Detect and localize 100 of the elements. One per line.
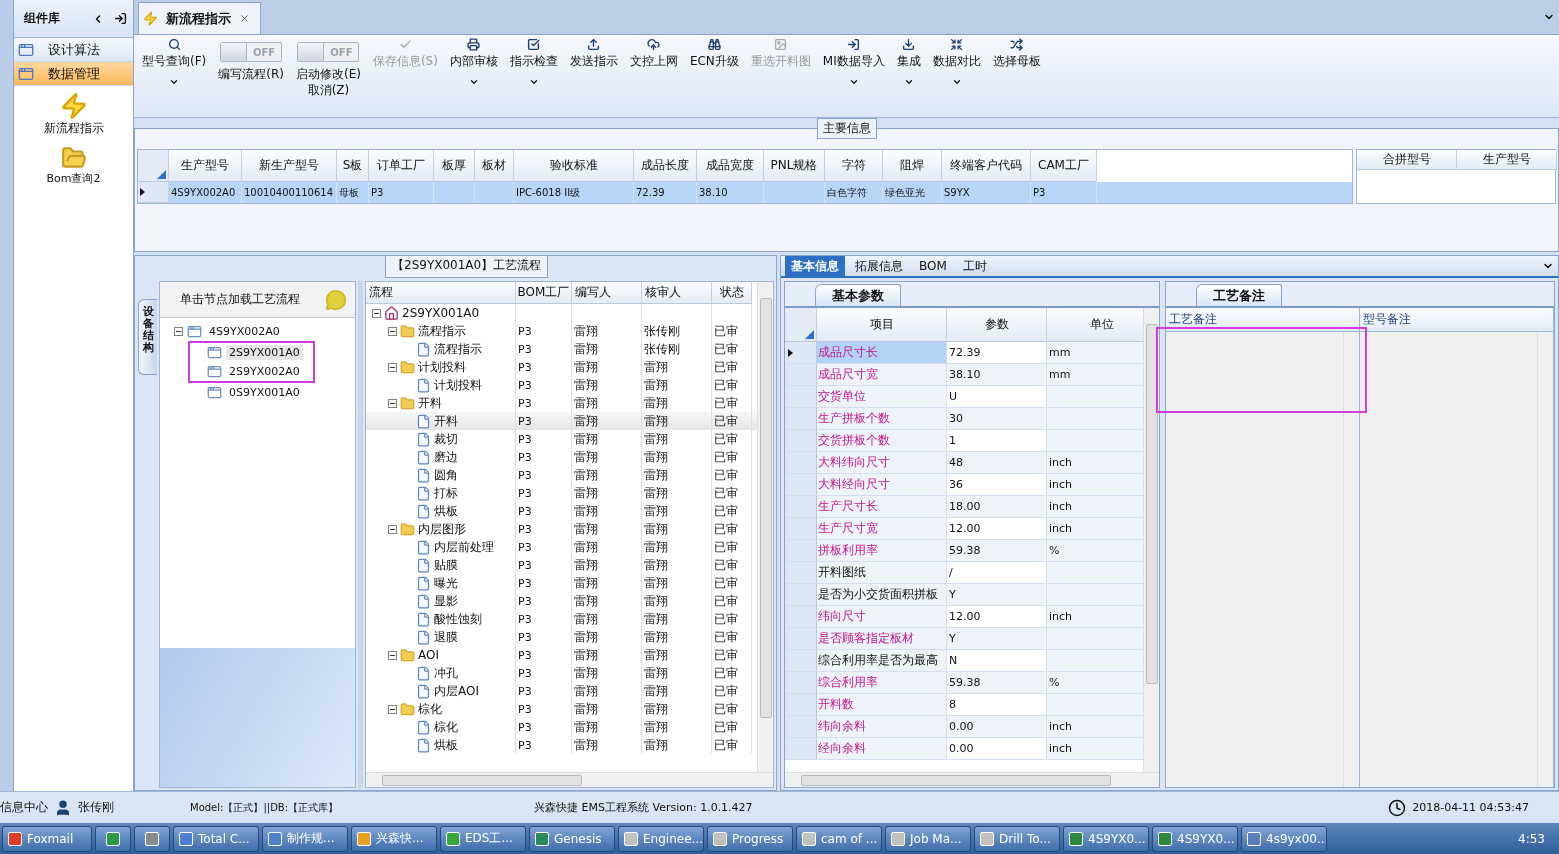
column-header[interactable]: CAM工厂	[1031, 150, 1097, 182]
flow-row[interactable]: 裁切 P3 雷翔 雷翔 已审	[366, 430, 757, 448]
toolbar-button[interactable]: 发送指示	[563, 38, 624, 69]
toolbar-button[interactable]: 文控上网	[623, 38, 684, 69]
flow-row[interactable]: 冲孔 P3 雷翔 雷翔 已审	[366, 664, 757, 682]
shortcut-label[interactable]: 新流程指示	[43, 120, 104, 137]
column-header[interactable]: BOM工厂	[516, 282, 572, 304]
param-value[interactable]: 12.00	[947, 518, 1047, 539]
param-value[interactable]: 48	[947, 452, 1047, 473]
column-header[interactable]: 编写人	[572, 282, 642, 304]
param-value[interactable]: 38.10	[947, 364, 1047, 385]
flow-row[interactable]: 流程指示 P3 雷翔 张传刚 已审	[366, 340, 757, 358]
side-tab[interactable]: 设备结构	[138, 299, 157, 375]
document-tab[interactable]: 新流程指示	[138, 2, 261, 34]
column-header[interactable]: 合拼型号	[1357, 150, 1457, 170]
param-value[interactable]: 1	[947, 430, 1047, 451]
param-value[interactable]: 72.39	[947, 342, 1047, 363]
sidebar-item[interactable]: 设计算法	[14, 38, 133, 62]
column-header[interactable]: 成品宽度	[697, 150, 764, 182]
taskbar-button[interactable]: 制作规...	[262, 825, 348, 852]
flow-row[interactable]: 棕化 P3 雷翔 雷翔 已审	[366, 718, 757, 736]
tree-item[interactable]: 2S9YX001A0	[226, 345, 303, 360]
flow-row[interactable]: 圆角 P3 雷翔 雷翔 已审	[366, 466, 757, 484]
column-header[interactable]: 订单工厂	[369, 150, 434, 182]
folder-icon[interactable]	[60, 145, 87, 171]
taskbar-button[interactable]: 兴森快...	[351, 825, 437, 852]
toolbar-button[interactable]: MI数据导入	[816, 38, 891, 87]
column-header[interactable]: 生产型号	[169, 150, 242, 182]
column-header[interactable]: 验收标准	[514, 150, 634, 182]
flow-row[interactable]: 流程指示 P3 雷翔 张传刚 已审	[366, 322, 757, 340]
toolbar-button[interactable]: 选择母板	[986, 38, 1047, 69]
expand-toggle[interactable]	[388, 704, 397, 714]
column-header[interactable]: 板厚	[434, 150, 475, 182]
taskbar-button[interactable]: cam of ...	[796, 825, 882, 852]
close-icon[interactable]	[239, 13, 250, 24]
taskbar-button[interactable]: Foxmail	[2, 825, 92, 852]
toolbar-button[interactable]: 数据对比	[926, 38, 987, 87]
column-header[interactable]: 成品长度	[634, 150, 697, 182]
column-header[interactable]: 项目	[817, 308, 947, 342]
dock-icon[interactable]	[114, 12, 127, 25]
flow-row[interactable]: 显影 P3 雷翔 雷翔 已审	[366, 592, 757, 610]
flow-row[interactable]: 烘板 P3 雷翔 雷翔 已审	[366, 736, 757, 754]
tree-item[interactable]: 0S9YX001A0	[226, 385, 303, 400]
tab[interactable]: 拓展信息	[849, 256, 909, 276]
param-value[interactable]: 30	[947, 408, 1047, 429]
taskbar-button[interactable]	[95, 825, 131, 852]
column-header[interactable]: 终端客户代码	[942, 150, 1031, 182]
panel-tab[interactable]: 工艺备注	[1196, 284, 1282, 306]
expand-toggle[interactable]	[372, 308, 381, 318]
param-value[interactable]: 12.00	[947, 606, 1047, 627]
toolbar-button[interactable]: 集成	[890, 38, 927, 87]
param-value[interactable]: 59.38	[947, 672, 1047, 693]
param-value[interactable]: 0.00	[947, 716, 1047, 737]
column-header[interactable]: 流程	[366, 282, 516, 304]
flow-row[interactable]: 内层前处理 P3 雷翔 雷翔 已审	[366, 538, 757, 556]
taskbar-button[interactable]: Enginee...	[618, 825, 704, 852]
param-value[interactable]: 18.00	[947, 496, 1047, 517]
flow-row[interactable]: 打标 P3 雷翔 雷翔 已审	[366, 484, 757, 502]
taskbar-button[interactable]	[134, 825, 170, 852]
param-value[interactable]: N	[947, 650, 1047, 671]
flow-row[interactable]: 棕化 P3 雷翔 雷翔 已审	[366, 700, 757, 718]
flow-row[interactable]: 内层图形 P3 雷翔 雷翔 已审	[366, 520, 757, 538]
column-header[interactable]: 核审人	[642, 282, 712, 304]
param-value[interactable]: U	[947, 386, 1047, 407]
expand-toggle[interactable]	[388, 650, 397, 660]
taskbar-button[interactable]: 4S9YX0...	[1063, 825, 1149, 852]
taskbar-button[interactable]: Genesis	[529, 825, 615, 852]
expand-toggle[interactable]	[388, 398, 397, 408]
taskbar-button[interactable]: Job Ma...	[885, 825, 971, 852]
taskbar-button[interactable]: 4S9YX0...	[1152, 825, 1238, 852]
column-header[interactable]: 阻焊	[883, 150, 942, 182]
flow-row[interactable]: 曝光 P3 雷翔 雷翔 已审	[366, 574, 757, 592]
param-value[interactable]: Y	[947, 628, 1047, 649]
panel-tab[interactable]: 基本参数	[815, 284, 901, 306]
column-header[interactable]: 型号备注	[1360, 308, 1553, 332]
expand-toggle[interactable]	[174, 327, 183, 336]
taskbar-button[interactable]: Total C...	[173, 825, 259, 852]
flow-row[interactable]: 计划投料 P3 雷翔 雷翔 已审	[366, 358, 757, 376]
column-header[interactable]: 板材	[475, 150, 514, 182]
flow-row[interactable]: 磨边 P3 雷翔 雷翔 已审	[366, 448, 757, 466]
expand-toggle[interactable]	[388, 326, 397, 336]
column-header[interactable]: S板	[337, 150, 369, 182]
flow-row[interactable]: 内层AOI P3 雷翔 雷翔 已审	[366, 682, 757, 700]
toolbar-button[interactable]: ECN升级	[683, 38, 745, 69]
column-header[interactable]: 状态	[712, 282, 752, 304]
flow-row[interactable]: 贴膜 P3 雷翔 雷翔 已审	[366, 556, 757, 574]
column-header[interactable]: 字符	[825, 150, 883, 182]
taskbar-button[interactable]: Progress	[707, 825, 793, 852]
param-value[interactable]: 36	[947, 474, 1047, 495]
column-header[interactable]: 生产型号	[1457, 150, 1557, 170]
tree-item[interactable]: 4S9YX002A0	[206, 324, 283, 339]
tree-item[interactable]: 2S9YX002A0	[226, 364, 303, 379]
column-header[interactable]: 新生产型号	[242, 150, 337, 182]
param-value[interactable]: 8	[947, 694, 1047, 715]
column-header[interactable]: 参数	[947, 308, 1047, 342]
param-value[interactable]: 0.00	[947, 738, 1047, 759]
flow-row[interactable]: 2S9YX001A0	[366, 304, 757, 322]
flow-row[interactable]: 开料 P3 雷翔 雷翔 已审	[366, 412, 757, 430]
flow-row[interactable]: 酸性蚀刻 P3 雷翔 雷翔 已审	[366, 610, 757, 628]
column-header[interactable]: 单位	[1047, 308, 1143, 342]
